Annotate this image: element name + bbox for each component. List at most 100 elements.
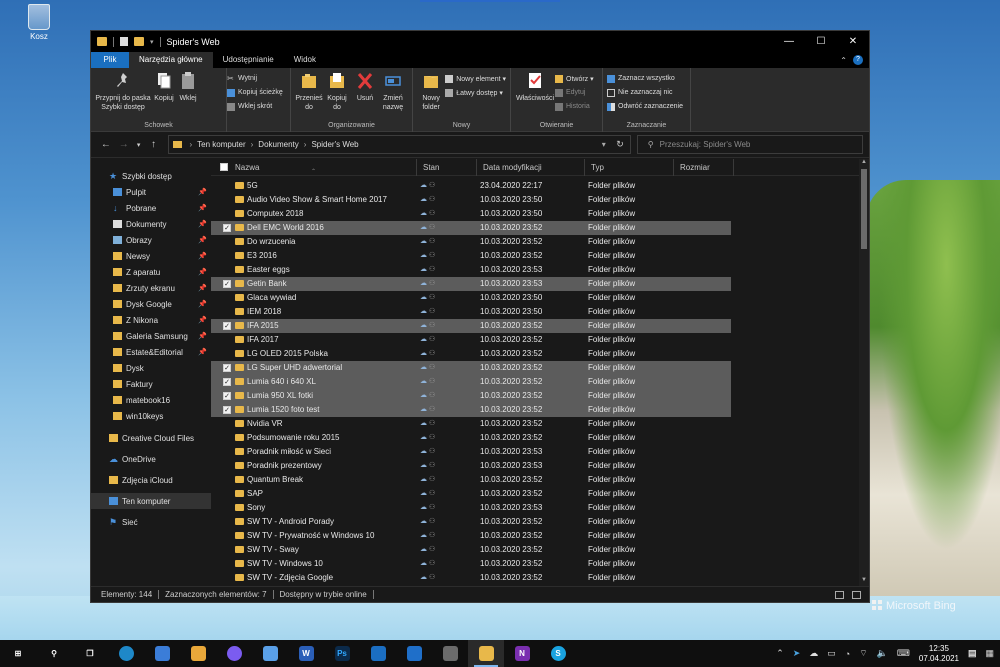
pin-icon[interactable]: 📌 — [198, 236, 207, 244]
table-row[interactable]: ✓ IFA 2015 ☁ ⚇ 10.03.2020 23:52 Folder plików — [211, 319, 731, 333]
nav-quick-access[interactable]: ★ Szybki dostęp — [91, 168, 211, 184]
quick-access-dropdown-icon[interactable]: ▾ — [150, 38, 154, 46]
pin-icon[interactable]: 📌 — [198, 220, 207, 228]
large-icons-view-icon[interactable] — [852, 590, 861, 599]
nav-desktop[interactable]: Pulpit 📌 — [91, 184, 211, 200]
scroll-up-icon[interactable]: ▲ — [859, 159, 869, 168]
row-checkbox[interactable]: ✓ — [223, 364, 231, 372]
outlook-app[interactable] — [360, 640, 396, 667]
nav-folder-z-aparatu[interactable]: Z aparatu 📌 — [91, 264, 211, 280]
nav-folder-estate[interactable]: Estate&Editorial 📌 — [91, 344, 211, 360]
file-explorer-app[interactable] — [468, 640, 504, 667]
breadcrumb-this-pc[interactable]: Ten komputer — [197, 140, 245, 149]
pin-icon[interactable]: 📌 — [198, 204, 207, 212]
path-dropdown-icon[interactable]: ▾ — [602, 140, 606, 149]
table-row[interactable]: ✓ LG Super UHD adwertorial ☁ ⚇ 10.03.2020 23… — [211, 361, 731, 375]
tab-home[interactable]: Narzędzia główne — [129, 52, 213, 68]
table-row[interactable]: Sony ☁ ⚇ 10.03.2020 23:53 Folder plików — [211, 501, 857, 515]
pin-icon[interactable]: 📌 — [198, 268, 207, 276]
title-bar[interactable]: ▾ Spider's Web — ☐ ✕ — [91, 31, 869, 52]
row-checkbox[interactable]: ✓ — [223, 392, 231, 400]
recycle-bin[interactable]: Kosz — [22, 4, 56, 41]
table-row[interactable]: E3 2016 ☁ ⚇ 10.03.2020 23:52 Folder plików — [211, 249, 857, 263]
pin-icon[interactable]: 📌 — [198, 252, 207, 260]
row-checkbox[interactable]: ✓ — [223, 406, 231, 414]
edit-button[interactable]: Edytuj — [555, 87, 594, 98]
nav-folder-galeria[interactable]: Galeria Samsung 📌 — [91, 328, 211, 344]
nav-folder-z-nikona[interactable]: Z Nikona 📌 — [91, 312, 211, 328]
minimize-button[interactable]: — — [773, 31, 805, 52]
table-row[interactable]: SW TV - Windows 10 ☁ ⚇ 10.03.2020 23:52 Fold… — [211, 557, 857, 571]
calculator-app[interactable] — [432, 640, 468, 667]
telegram-icon[interactable]: ➤ — [793, 648, 801, 659]
nav-folder-matebook[interactable]: matebook16 — [91, 392, 211, 408]
paste-shortcut-button[interactable]: Wklej skrót — [227, 101, 283, 112]
row-checkbox[interactable]: ✓ — [223, 378, 231, 386]
nav-downloads[interactable]: ↓ Pobrane 📌 — [91, 200, 211, 216]
table-row[interactable]: ✓ Getin Bank ☁ ⚇ 10.03.2020 23:53 Folder plik… — [211, 277, 731, 291]
cut-button[interactable]: ✂ Wytnij — [227, 73, 283, 84]
nav-folder-newsy[interactable]: Newsy 📌 — [91, 248, 211, 264]
nav-network[interactable]: ⚑ Sieć — [91, 514, 211, 530]
open-button[interactable]: Otwórz ▾ — [555, 73, 594, 84]
table-row[interactable]: Do wrzucenia ☁ ⚇ 10.03.2020 23:52 Folder pli… — [211, 235, 857, 249]
breadcrumb-spiders-web[interactable]: Spider's Web — [311, 140, 358, 149]
word-app[interactable]: W — [288, 640, 324, 667]
network-tray-icon[interactable]: ◔ — [845, 649, 850, 659]
onedrive-tray-icon[interactable]: ☁ — [809, 648, 818, 659]
new-item-button[interactable]: Nowy element ▾ — [445, 73, 506, 84]
properties-quick-icon[interactable] — [120, 37, 128, 46]
select-all-button[interactable]: Zaznacz wszystko — [607, 73, 683, 84]
nav-folder-dysk-google[interactable]: Dysk Google 📌 — [91, 296, 211, 312]
show-hidden-icons-icon[interactable]: ⌃ — [776, 648, 784, 659]
recent-locations-icon[interactable]: ▾ — [133, 141, 145, 149]
path-box[interactable]: › Ten komputer › Dokumenty › Spider's We… — [168, 135, 631, 154]
details-view-icon[interactable] — [835, 590, 844, 599]
table-row[interactable]: IEM 2018 ☁ ⚇ 10.03.2020 23:50 Folder plików — [211, 305, 857, 319]
nav-folder-win10keys[interactable]: win10keys — [91, 408, 211, 424]
table-row[interactable]: Poradnik miłość w Sieci ☁ ⚇ 10.03.2020 23:5… — [211, 445, 857, 459]
easy-access-button[interactable]: Łatwy dostęp ▾ — [445, 87, 506, 98]
forward-arrow-icon[interactable]: → — [115, 139, 133, 150]
nav-folder-zrzuty[interactable]: Zrzuty ekranu 📌 — [91, 280, 211, 296]
table-row[interactable]: Poradnik prezentowy ☁ ⚇ 10.03.2020 23:53 Fol… — [211, 459, 857, 473]
column-size[interactable]: Rozmiar — [674, 159, 734, 176]
wifi-icon[interactable]: ⌔ — [859, 648, 867, 659]
messenger-app[interactable] — [216, 640, 252, 667]
close-button[interactable]: ✕ — [837, 31, 869, 52]
pin-icon[interactable]: 📌 — [198, 188, 207, 196]
slack-app[interactable] — [180, 640, 216, 667]
table-row[interactable]: ✓ Lumia 640 i 640 XL ☁ ⚇ 10.03.2020 23:52 Fol… — [211, 375, 731, 389]
table-row[interactable]: Computex 2018 ☁ ⚇ 10.03.2020 23:50 Folder pl… — [211, 207, 857, 221]
nav-creative-cloud[interactable]: Creative Cloud Files — [91, 430, 211, 446]
breadcrumb-documents[interactable]: Dokumenty — [258, 140, 298, 149]
back-arrow-icon[interactable]: ← — [97, 139, 115, 150]
refresh-icon[interactable]: ↻ — [616, 139, 624, 150]
battery-icon[interactable]: ▭ — [827, 648, 836, 659]
nav-documents[interactable]: Dokumenty 📌 — [91, 216, 211, 232]
table-row[interactable]: IFA 2017 ☁ ⚇ 10.03.2020 23:52 Folder plików — [211, 333, 857, 347]
table-row[interactable]: LG OLED 2015 Polska ☁ ⚇ 10.03.2020 23:52 Fol… — [211, 347, 857, 361]
table-row[interactable]: ✓ Dell EMC World 2016 ☁ ⚇ 10.03.2020 23:52 Fo… — [211, 221, 731, 235]
mail-app[interactable] — [144, 640, 180, 667]
nav-icloud-photos[interactable]: Zdjęcia iCloud — [91, 472, 211, 488]
table-row[interactable]: SAP ☁ ⚇ 10.03.2020 23:52 Folder plików — [211, 487, 857, 501]
invert-selection-button[interactable]: Odwróć zaznaczenie — [607, 101, 683, 112]
collapse-ribbon-icon[interactable]: ⌃ — [840, 56, 847, 65]
help-icon[interactable]: ? — [853, 55, 863, 65]
skype-app[interactable]: S — [540, 640, 576, 667]
vertical-scrollbar[interactable]: ▲ ▼ — [859, 159, 869, 586]
column-status[interactable]: Stan — [417, 159, 477, 176]
table-row[interactable]: Podsumowanie roku 2015 ☁ ⚇ 10.03.2020 23:52… — [211, 431, 857, 445]
table-row[interactable]: SW TV - Android Porady ☁ ⚇ 10.03.2020 23:52… — [211, 515, 857, 529]
photoshop-app[interactable]: Ps — [324, 640, 360, 667]
pin-icon[interactable]: 📌 — [198, 284, 207, 292]
tab-file[interactable]: Plik — [91, 52, 129, 68]
copy-path-button[interactable]: Kopiuj ścieżkę — [227, 87, 283, 98]
select-none-button[interactable]: Nie zaznaczaj nic — [607, 87, 683, 98]
keyboard-icon[interactable]: ⌨ — [897, 648, 910, 659]
action-center-icon[interactable]: ▤ — [968, 648, 977, 659]
history-button[interactable]: Historia — [555, 101, 594, 112]
row-checkbox[interactable]: ✓ — [223, 322, 231, 330]
select-all-checkbox[interactable] — [220, 163, 228, 171]
